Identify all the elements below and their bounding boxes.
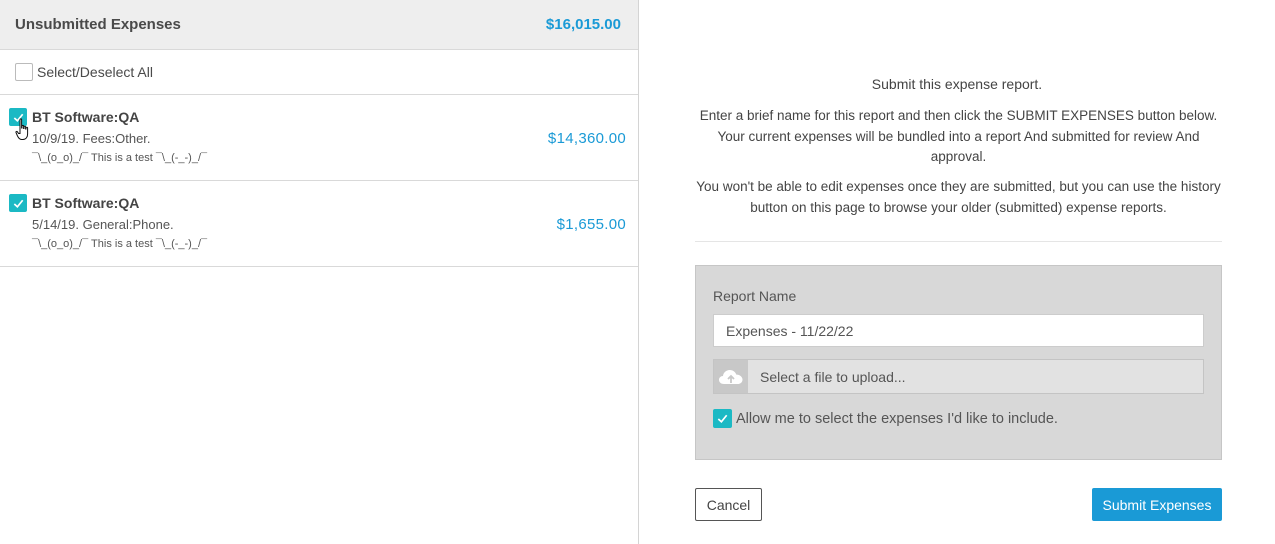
cancel-button[interactable]: Cancel	[695, 488, 762, 521]
submit-expenses-button[interactable]: Submit Expenses	[1092, 488, 1222, 521]
expense-amount: $1,655.00	[556, 216, 626, 233]
hand-cursor-icon	[15, 118, 29, 140]
divider	[695, 241, 1222, 242]
expense-item[interactable]: BT Software:QA 5/14/19. General:Phone. ¯…	[0, 181, 638, 267]
allow-select-label[interactable]: Allow me to select the expenses I'd like…	[736, 411, 1058, 427]
submit-report-panel: Submit this expense report. Enter a brie…	[639, 0, 1275, 544]
unsubmitted-title: Unsubmitted Expenses	[15, 16, 181, 33]
select-all-label[interactable]: Select/Deselect All	[37, 64, 153, 80]
expense-memo: ¯\_(o_o)_/¯ This is a test ¯\_(-_-)_/¯	[32, 152, 208, 164]
expense-subtitle: 5/14/19. General:Phone.	[32, 217, 174, 232]
select-all-row[interactable]: Select/Deselect All	[0, 50, 638, 95]
expense-memo: ¯\_(o_o)_/¯ This is a test ¯\_(-_-)_/¯	[32, 238, 208, 250]
file-upload-field[interactable]: Select a file to upload...	[713, 359, 1204, 394]
expense-title: BT Software:QA	[32, 195, 140, 211]
expense-checkbox[interactable]	[9, 194, 27, 212]
allow-select-checkbox[interactable]	[713, 409, 732, 428]
upload-icon-box	[714, 360, 748, 393]
unsubmitted-expenses-panel: Unsubmitted Expenses $16,015.00 Select/D…	[0, 0, 639, 544]
expense-amount: $14,360.00	[547, 130, 626, 147]
cloud-upload-icon	[719, 369, 743, 384]
submit-heading: Submit this expense report.	[871, 76, 1043, 92]
allow-select-row[interactable]: Allow me to select the expenses I'd like…	[713, 409, 1058, 428]
expense-title: BT Software:QA	[32, 109, 140, 125]
unsubmitted-total: $16,015.00	[545, 16, 621, 33]
unsubmitted-header: Unsubmitted Expenses $16,015.00	[0, 0, 638, 50]
select-all-checkbox[interactable]	[15, 63, 33, 81]
checkmark-icon	[717, 414, 728, 423]
report-form: Report Name Select a file to upload... A…	[695, 265, 1222, 460]
checkmark-icon	[13, 199, 23, 208]
expense-subtitle: 10/9/19. Fees:Other.	[32, 131, 151, 146]
report-name-input[interactable]	[713, 314, 1204, 347]
expense-item[interactable]: BT Software:QA 10/9/19. Fees:Other. ¯\_(…	[0, 95, 638, 181]
submit-warning: You won't be able to edit expenses once …	[696, 179, 1221, 215]
upload-placeholder: Select a file to upload...	[760, 368, 906, 385]
submit-instructions: Enter a brief name for this report and t…	[699, 108, 1218, 164]
report-name-label: Report Name	[713, 288, 797, 304]
